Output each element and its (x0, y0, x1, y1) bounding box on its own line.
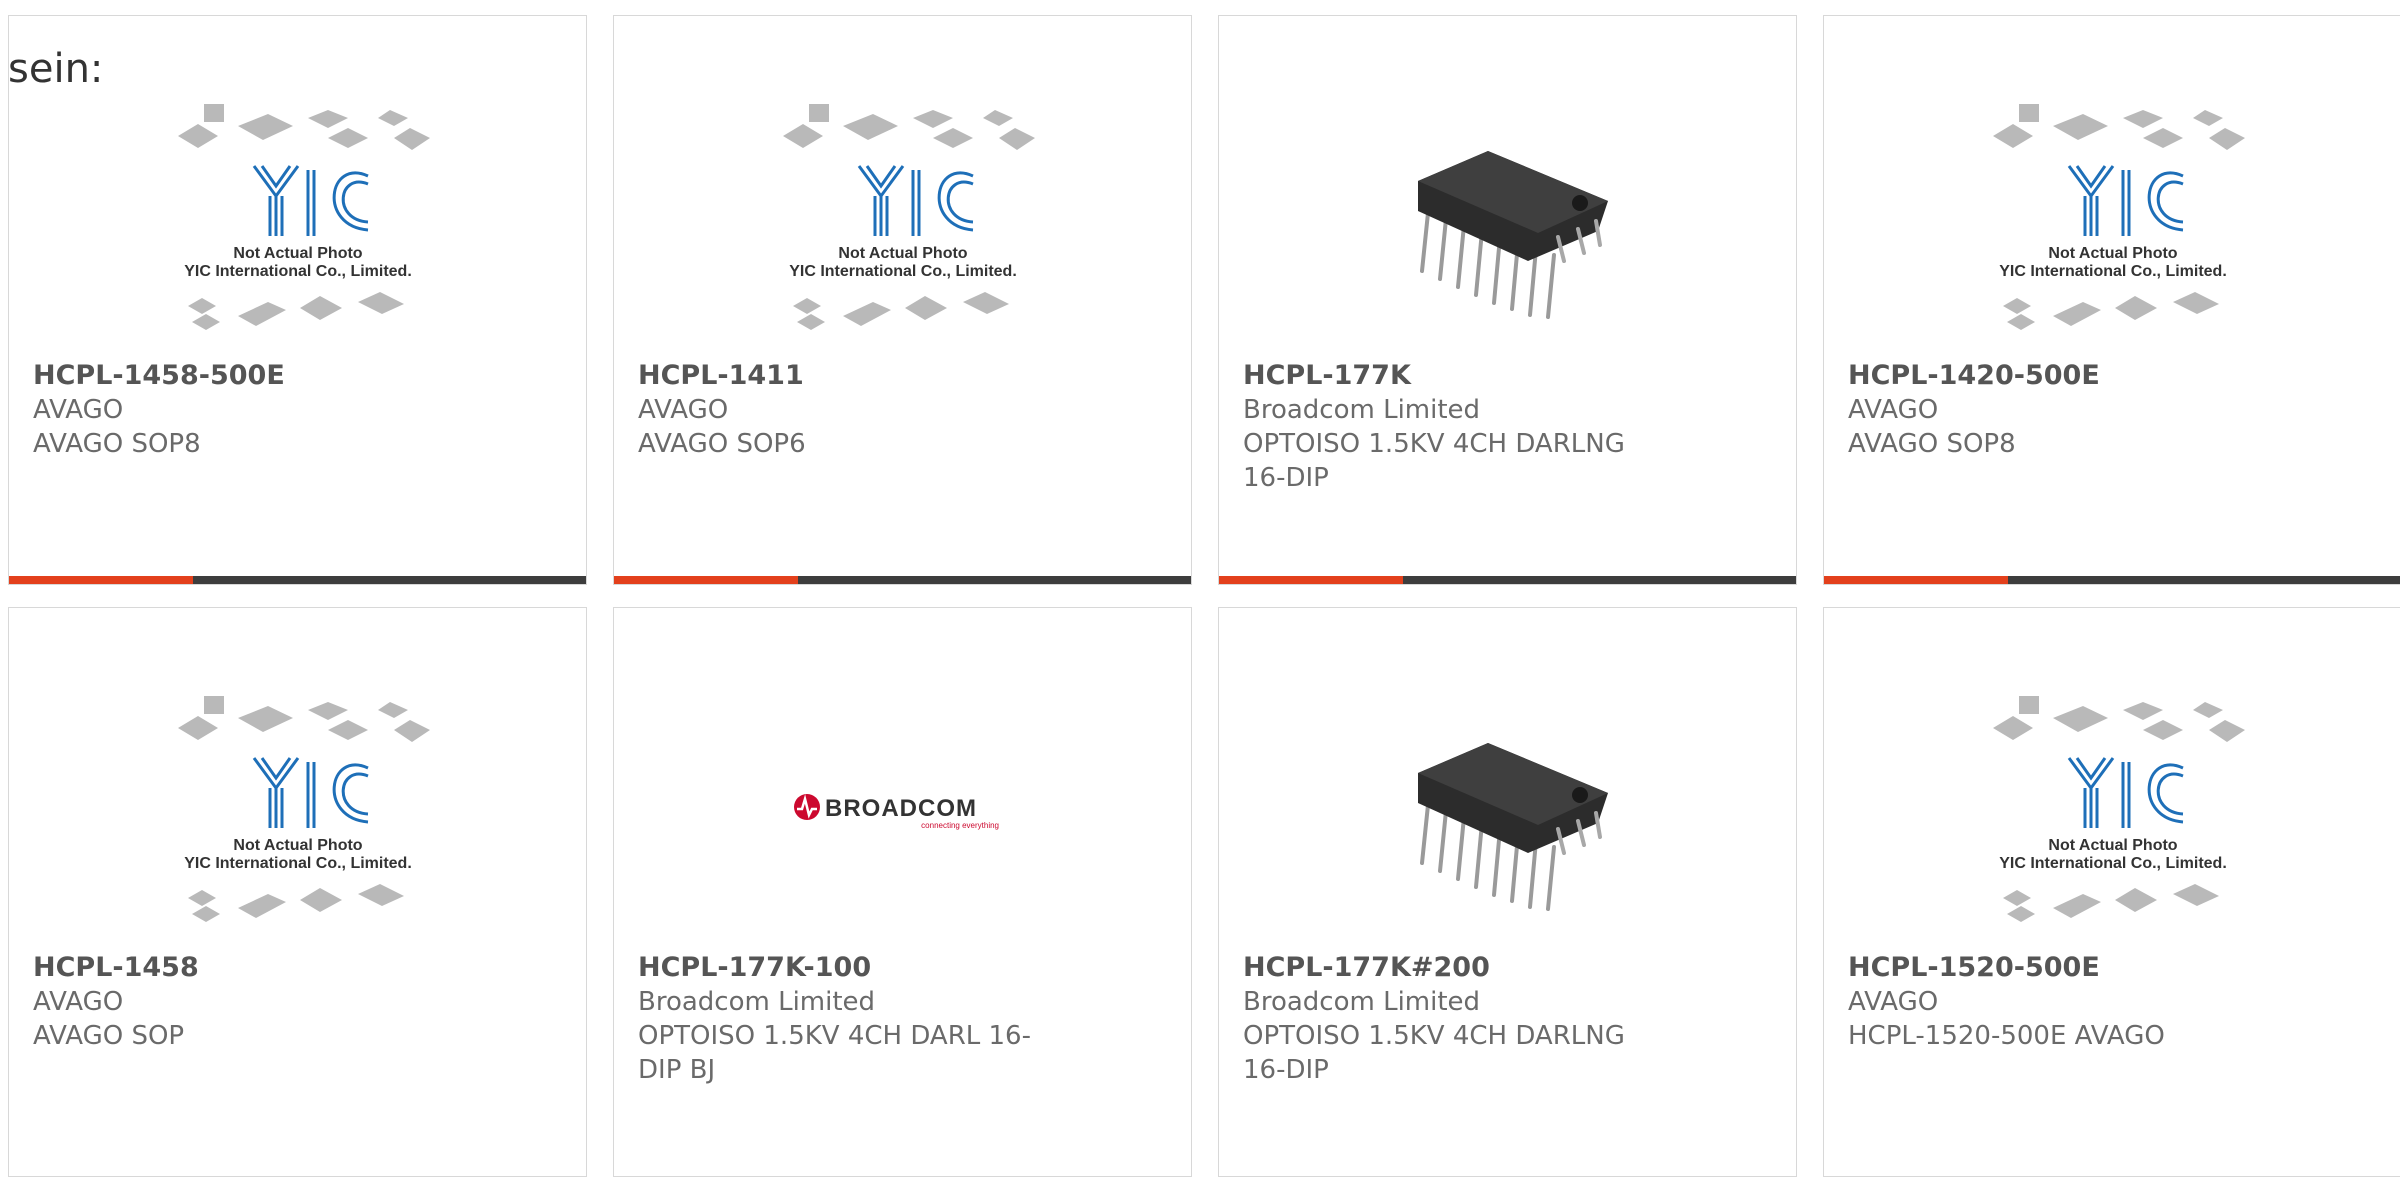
part-number[interactable]: HCPL-1458-500E (33, 359, 456, 393)
product-image: Not Actual Photo YIC International Co., … (9, 86, 586, 356)
manufacturer: Broadcom Limited (1243, 987, 1481, 1017)
svg-text:Not Actual Photo: Not Actual Photo (838, 245, 967, 262)
product-grid: Not Actual Photo YIC International Co., … (8, 15, 2400, 1177)
card-bottom-bar (1219, 576, 1796, 584)
broadcom-logo-icon: BROADCOM connecting everything (793, 794, 999, 830)
svg-text:BROADCOM: BROADCOM (825, 795, 977, 822)
product-card[interactable]: HCPL-177K Broadcom Limited OPTOISO 1.5KV… (1218, 15, 1797, 585)
svg-text:Not Actual Photo: Not Actual Photo (233, 837, 362, 854)
svg-text:Not Actual Photo: Not Actual Photo (2048, 245, 2177, 262)
manufacturer: AVAGO (33, 987, 124, 1017)
not-actual-photo-icon: Not Actual Photo YIC International Co., … (1992, 104, 2245, 330)
not-actual-photo-icon: Not Actual Photo YIC International Co., … (177, 696, 430, 922)
description: AVAGO SOP8 (33, 429, 201, 459)
description: OPTOISO 1.5KV 4CH DARLNG 16-DIP (1243, 1021, 1625, 1085)
manufacturer: Broadcom Limited (1243, 395, 1481, 425)
svg-text:connecting everything: connecting everything (921, 821, 999, 830)
product-image: Not Actual Photo YIC International Co., … (1824, 86, 2400, 356)
part-number[interactable]: HCPL-1458 (33, 951, 456, 985)
manufacturer: AVAGO (1848, 987, 1939, 1017)
part-number[interactable]: HCPL-177K#200 (1243, 951, 1666, 985)
description: AVAGO SOP6 (638, 429, 806, 459)
product-card[interactable]: Not Actual Photo YIC International Co., … (613, 15, 1192, 585)
not-actual-photo-icon: Not Actual Photo YIC International Co., … (782, 104, 1035, 330)
card-accent-bar (9, 576, 193, 584)
svg-text:Not Actual Photo: Not Actual Photo (2048, 837, 2177, 854)
product-image: Not Actual Photo YIC International Co., … (614, 86, 1191, 356)
product-image: Not Actual Photo YIC International Co., … (9, 678, 586, 948)
product-card[interactable]: Not Actual Photo YIC International Co., … (8, 607, 587, 1177)
card-bottom-bar (9, 576, 586, 584)
product-card[interactable]: Not Actual Photo YIC International Co., … (8, 15, 587, 585)
dip-chip-icon (1417, 743, 1608, 911)
product-image (1219, 86, 1796, 356)
svg-text:YIC International Co., Limited: YIC International Co., Limited. (184, 263, 412, 280)
manufacturer: Broadcom Limited (638, 987, 876, 1017)
svg-text:YIC International Co., Limited: YIC International Co., Limited. (1999, 855, 2227, 872)
description: OPTOISO 1.5KV 4CH DARL 16-DIP BJ (638, 1021, 1031, 1085)
card-bottom-bar (614, 576, 1191, 584)
product-image: Not Actual Photo YIC International Co., … (1824, 678, 2400, 948)
product-image (1219, 678, 1796, 948)
svg-text:Not Actual Photo: Not Actual Photo (233, 245, 362, 262)
not-actual-photo-icon: Not Actual Photo YIC International Co., … (1992, 696, 2245, 922)
card-bottom-bar (1824, 576, 2400, 584)
card-accent-bar (614, 576, 798, 584)
card-accent-bar (1219, 576, 1403, 584)
description: HCPL-1520-500E AVAGO (1848, 1021, 2165, 1051)
part-number[interactable]: HCPL-177K (1243, 359, 1666, 393)
product-card[interactable]: Not Actual Photo YIC International Co., … (1823, 15, 2400, 585)
product-card[interactable]: Not Actual Photo YIC International Co., … (1823, 607, 2400, 1177)
product-card[interactable]: BROADCOM connecting everything HCPL-177K… (613, 607, 1192, 1177)
description: AVAGO SOP (33, 1021, 185, 1051)
description: OPTOISO 1.5KV 4CH DARLNG 16-DIP (1243, 429, 1625, 493)
part-number[interactable]: HCPL-1520-500E (1848, 951, 2271, 985)
product-card[interactable]: HCPL-177K#200 Broadcom Limited OPTOISO 1… (1218, 607, 1797, 1177)
svg-text:YIC International Co., Limited: YIC International Co., Limited. (184, 855, 412, 872)
part-number[interactable]: HCPL-177K-100 (638, 951, 1061, 985)
part-number[interactable]: HCPL-1420-500E (1848, 359, 2271, 393)
manufacturer: AVAGO (1848, 395, 1939, 425)
intro-text: sein: (8, 46, 104, 92)
description: AVAGO SOP8 (1848, 429, 2016, 459)
dip-chip-icon (1417, 151, 1608, 319)
part-number[interactable]: HCPL-1411 (638, 359, 1061, 393)
product-image: BROADCOM connecting everything (614, 678, 1191, 948)
card-accent-bar (1824, 576, 2008, 584)
manufacturer: AVAGO (33, 395, 124, 425)
manufacturer: AVAGO (638, 395, 729, 425)
not-actual-photo-icon: Not Actual Photo YIC International Co., … (177, 104, 430, 330)
svg-text:YIC International Co., Limited: YIC International Co., Limited. (789, 263, 1017, 280)
svg-text:YIC International Co., Limited: YIC International Co., Limited. (1999, 263, 2227, 280)
